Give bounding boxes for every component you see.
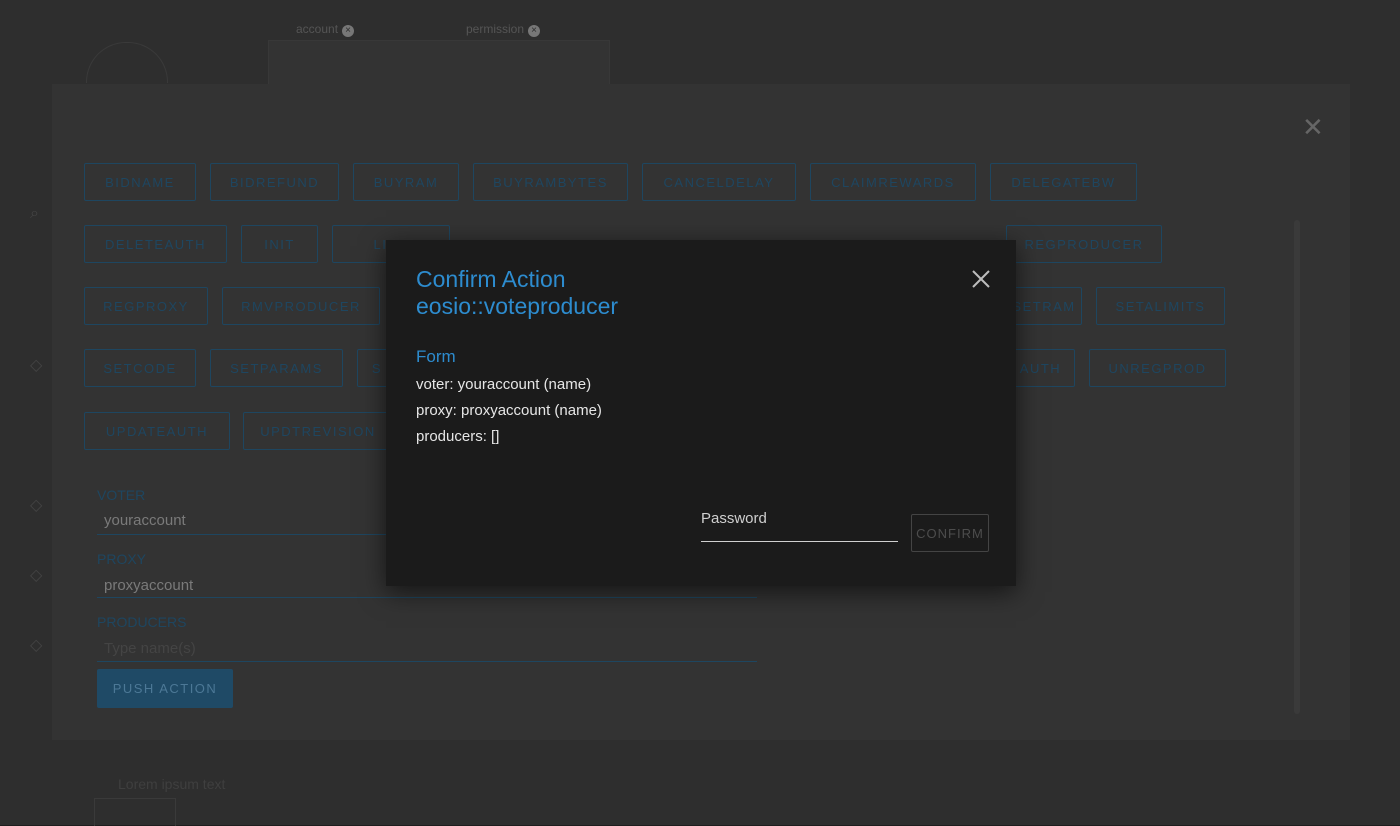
action-button: BUYRAMBYTES — [473, 163, 628, 201]
action-button: DELETEAUTH — [84, 225, 227, 263]
search-input — [268, 40, 610, 86]
action-button: UPDTREVISION — [243, 412, 393, 450]
confirm-button[interactable]: CONFIRM — [911, 514, 989, 552]
action-button: UPDATEAUTH — [84, 412, 230, 450]
action-button: SETALIMITS — [1096, 287, 1225, 325]
action-button: AUTH — [1006, 349, 1075, 387]
modal-title: Confirm Action eosio::voteproducer — [416, 266, 618, 320]
form-line-producers: producers: [] — [416, 428, 500, 445]
scrollbar — [1294, 220, 1300, 714]
sidebar-icon: ⌕ — [30, 205, 39, 222]
field-value-voter: youraccount — [104, 512, 186, 529]
field-label-producers: PRODUCERS — [97, 614, 187, 630]
action-button: INIT — [241, 225, 318, 263]
form-line-proxy: proxy: proxyaccount (name) — [416, 402, 602, 419]
password-field — [701, 502, 898, 542]
action-button: RMVPRODUCER — [222, 287, 380, 325]
field-label-voter: VOTER — [97, 487, 146, 503]
top-tab-label: permission — [466, 22, 525, 36]
sidebar-icon: ◇ — [30, 567, 43, 584]
bottom-box — [94, 798, 176, 826]
close-circle-icon: × — [528, 25, 541, 37]
action-button: BIDREFUND — [210, 163, 339, 201]
form-heading: Form — [416, 347, 456, 366]
field-underline — [97, 661, 757, 662]
action-button: REGPROXY — [84, 287, 208, 325]
sidebar-icon: ◇ — [30, 357, 43, 374]
action-button: UNREGPROD — [1089, 349, 1226, 387]
action-button: CLAIMREWARDS — [810, 163, 976, 201]
bottom-text: Lorem ipsum text — [118, 776, 226, 792]
top-tab-permission: permission × — [466, 22, 541, 37]
push-action-button: PUSH ACTION — [97, 669, 233, 708]
field-placeholder-producers: Type name(s) — [104, 640, 196, 657]
password-input[interactable] — [701, 506, 896, 530]
sidebar-icon: ◇ — [30, 497, 43, 514]
logo-icon — [86, 42, 168, 83]
sidebar-icon: ◇ — [30, 637, 43, 654]
action-button: SETCODE — [84, 349, 196, 387]
form-line-voter: voter: youraccount (name) — [416, 376, 592, 393]
action-button: BUYRAM — [353, 163, 459, 201]
close-circle-icon: × — [342, 25, 355, 37]
action-button: BIDNAME — [84, 163, 196, 201]
action-button: CANCELDELAY — [642, 163, 796, 201]
confirm-action-modal: Confirm Action eosio::voteproducer Form … — [386, 240, 1016, 586]
close-icon[interactable] — [968, 266, 994, 292]
field-value-proxy: proxyaccount — [104, 577, 194, 594]
top-tab-label: account — [296, 22, 339, 36]
modal-title-line2: eosio::voteproducer — [416, 293, 619, 319]
top-tab-account: account × — [296, 22, 355, 37]
panel-close-icon: ✕ — [1302, 112, 1324, 142]
field-underline — [97, 597, 757, 598]
action-button: REGPRODUCER — [1006, 225, 1162, 263]
action-button: DELEGATEBW — [990, 163, 1137, 201]
field-label-proxy: PROXY — [97, 551, 147, 567]
modal-title-line1: Confirm Action — [416, 266, 566, 292]
action-button: SETPARAMS — [210, 349, 343, 387]
action-button: SETRAM — [1006, 287, 1082, 325]
